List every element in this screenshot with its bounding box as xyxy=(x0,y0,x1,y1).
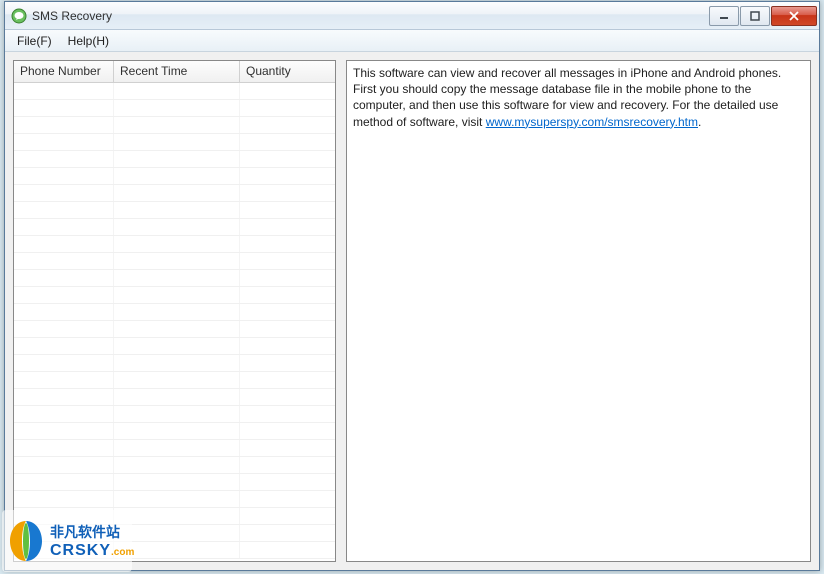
column-header-phone[interactable]: Phone Number xyxy=(14,61,114,82)
table-header: Phone Number Recent Time Quantity xyxy=(14,61,335,83)
table-row[interactable] xyxy=(14,372,335,389)
close-button[interactable] xyxy=(771,6,817,26)
maximize-button[interactable] xyxy=(740,6,770,26)
table-row[interactable] xyxy=(14,168,335,185)
app-window: SMS Recovery File(F) Help(H) Phone Numbe… xyxy=(4,1,820,571)
menu-help[interactable]: Help(H) xyxy=(60,32,117,50)
info-text-part2: . xyxy=(698,115,701,129)
table-row[interactable] xyxy=(14,338,335,355)
table-row[interactable] xyxy=(14,287,335,304)
table-row[interactable] xyxy=(14,185,335,202)
column-header-time[interactable]: Recent Time xyxy=(114,61,240,82)
info-link[interactable]: www.mysuperspy.com/smsrecovery.htm xyxy=(486,115,698,129)
message-list-panel: Phone Number Recent Time Quantity xyxy=(13,60,336,562)
client-area: Phone Number Recent Time Quantity This s… xyxy=(5,52,819,570)
table-row[interactable] xyxy=(14,236,335,253)
table-row[interactable] xyxy=(14,457,335,474)
table-row[interactable] xyxy=(14,508,335,525)
table-row[interactable] xyxy=(14,440,335,457)
table-row[interactable] xyxy=(14,219,335,236)
table-row[interactable] xyxy=(14,100,335,117)
info-panel: This software can view and recover all m… xyxy=(346,60,811,562)
table-row[interactable] xyxy=(14,83,335,100)
menu-file[interactable]: File(F) xyxy=(9,32,60,50)
minimize-button[interactable] xyxy=(709,6,739,26)
table-row[interactable] xyxy=(14,406,335,423)
table-row[interactable] xyxy=(14,542,335,559)
table-row[interactable] xyxy=(14,202,335,219)
column-header-quantity[interactable]: Quantity xyxy=(240,61,335,82)
table-body[interactable] xyxy=(14,83,335,561)
table-row[interactable] xyxy=(14,474,335,491)
window-title: SMS Recovery xyxy=(32,9,708,23)
table-row[interactable] xyxy=(14,389,335,406)
table-row[interactable] xyxy=(14,134,335,151)
table-row[interactable] xyxy=(14,253,335,270)
table-row[interactable] xyxy=(14,525,335,542)
table-row[interactable] xyxy=(14,151,335,168)
app-icon xyxy=(11,8,27,24)
title-bar[interactable]: SMS Recovery xyxy=(5,2,819,30)
table-row[interactable] xyxy=(14,355,335,372)
table-row[interactable] xyxy=(14,423,335,440)
window-controls xyxy=(708,6,817,26)
table-row[interactable] xyxy=(14,321,335,338)
table-row[interactable] xyxy=(14,491,335,508)
table-row[interactable] xyxy=(14,304,335,321)
table-row[interactable] xyxy=(14,117,335,134)
info-text: This software can view and recover all m… xyxy=(353,65,804,130)
menu-bar: File(F) Help(H) xyxy=(5,30,819,52)
table-row[interactable] xyxy=(14,270,335,287)
